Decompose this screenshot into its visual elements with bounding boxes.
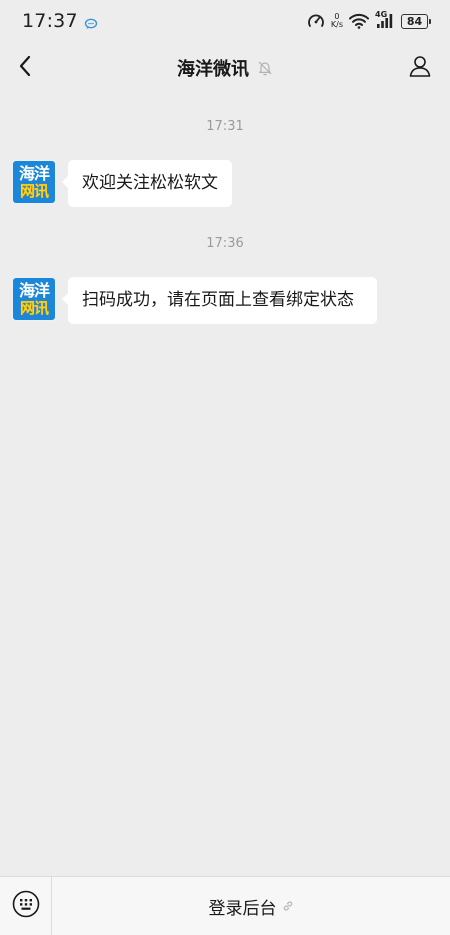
battery-level: 84: [406, 14, 423, 28]
status-time: 17:37: [22, 10, 78, 32]
menu-item-login-backend[interactable]: 登录后台: [52, 877, 450, 935]
avatar[interactable]: 海洋 网讯: [12, 277, 56, 321]
link-icon: [282, 897, 294, 916]
network-type: 4G: [375, 10, 388, 19]
avatar[interactable]: 海洋 网讯: [12, 160, 56, 204]
status-bar: 17:37 0 K/s 4G 84: [0, 0, 450, 42]
message-timestamp: 17:36: [206, 236, 244, 251]
back-arrow-icon: [18, 55, 32, 81]
stopwatch-icon: [307, 12, 325, 30]
mute-bell-icon: [257, 60, 273, 76]
profile-button[interactable]: [406, 54, 434, 82]
wifi-icon: [349, 13, 369, 29]
title-wrap: 海洋微讯: [177, 55, 273, 81]
menu-item-label: 登录后台: [208, 898, 277, 919]
profile-icon: [408, 54, 432, 82]
net-speed: 0 K/s: [331, 13, 343, 29]
net-speed-unit: K/s: [330, 20, 343, 29]
avatar-text-line1: 海洋: [18, 280, 50, 300]
battery-icon: 84: [401, 13, 431, 29]
message-timestamp: 17:31: [206, 119, 244, 134]
chat-header: 海洋微讯: [0, 42, 450, 94]
keyboard-toggle-button[interactable]: [0, 877, 52, 935]
status-right: 0 K/s 4G 84: [307, 10, 431, 30]
avatar-text-line2: 网讯: [19, 181, 49, 200]
back-button[interactable]: [12, 52, 38, 84]
keyboard-icon: [12, 890, 40, 922]
message-row: 海洋 网讯 扫码成功，请在页面上查看绑定状态: [12, 277, 377, 324]
message-bubble[interactable]: 扫码成功，请在页面上查看绑定状态: [62, 277, 377, 324]
avatar-text-line2: 网讯: [19, 298, 49, 317]
message-row: 海洋 网讯 欢迎关注松松软文: [12, 160, 232, 207]
chat-area[interactable]: 17:31 海洋 网讯 欢迎关注松松软文 17:36 海洋 网讯 扫码成功，请在…: [0, 94, 450, 876]
chat-notification-icon: [84, 15, 98, 29]
message-bubble[interactable]: 欢迎关注松松软文: [62, 160, 232, 207]
chat-title: 海洋微讯: [177, 59, 249, 80]
status-left: 17:37: [22, 10, 98, 32]
bottom-menu-bar: 登录后台: [0, 876, 450, 935]
avatar-text-line1: 海洋: [18, 163, 50, 183]
signal-icon: 4G: [375, 10, 395, 29]
